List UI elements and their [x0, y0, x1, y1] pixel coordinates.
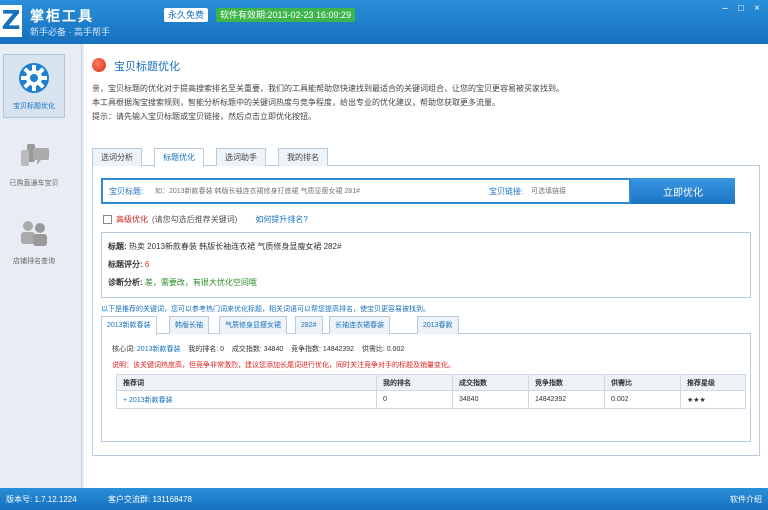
intro-text: 亲，宝贝标题的优化对于提高搜索排名至关重要，我们的工具能帮助您快速找到最适合的关… — [92, 82, 760, 124]
subtab-keyword[interactable]: 2013新款春装 — [101, 316, 157, 335]
table-header-row: 推荐词 我的排名 成交指数 竞争指数 供需比 推荐星级 — [116, 374, 746, 391]
close-icon[interactable]: × — [752, 4, 762, 14]
rank-value: 0 — [220, 346, 225, 353]
table-row[interactable]: + 2013新款春装 0 34840 14842392 0.002 ★★★ — [116, 390, 746, 409]
analysis-label: 诊断分析: — [108, 278, 143, 287]
window-controls: – □ × — [720, 4, 762, 14]
column-header: 我的排名 — [376, 374, 453, 391]
intro-line: 本工具根据淘宝搜索规则，智能分析标题中的关键词热度与竞争程度，给出专业的优化建议… — [92, 98, 500, 107]
warning-note: 说明：该关键词热度高，但竞争非常激烈，建议您添加长尾词进行优化，同时关注竞争对手… — [112, 362, 455, 369]
about-link[interactable]: 软件介绍 — [730, 494, 762, 505]
result-box: 标题: 热卖 2013新款春装 韩版长袖连衣裙 气质修身显瘦女裙 282# 标题… — [101, 232, 751, 298]
score-value: 6 — [144, 260, 150, 269]
sidebar-item-shop-rank[interactable]: 店铺排名查询 — [3, 210, 65, 274]
volume-label: 成交指数: — [231, 346, 262, 353]
customer-service-icon — [21, 144, 49, 166]
core-value: 2013新款春装 — [136, 346, 181, 353]
ratio-value: 0.002 — [386, 346, 405, 353]
link-input-label: 宝贝链接: — [489, 187, 524, 196]
table-cell-keyword[interactable]: + 2013新款春装 — [116, 390, 377, 409]
contact-text: 客户交流群: 131168478 — [108, 495, 192, 504]
status-bar: 版本号: 1.7.12.1224 客户交流群: 131168478 软件介绍 — [0, 488, 768, 510]
optimize-panel: 宝贝标题: 宝贝链接: 立即优化 高级优化 (请您勾选后推荐关键词) 如何提升排… — [92, 166, 760, 456]
main-tabs: 选词分析 标题优化 选词助手 我的排名 — [92, 148, 760, 167]
title-input-label: 宝贝标题: — [109, 187, 144, 196]
subtab-keyword[interactable]: 气质修身显瘦女裙 — [219, 316, 287, 334]
ratio-label: 供需比: — [361, 346, 385, 353]
sidebar-item-label: 店铺排名查询 — [13, 258, 55, 265]
help-link[interactable]: 如何提升排名? — [255, 214, 307, 225]
column-header: 竞争指数 — [528, 374, 605, 391]
result-analysis-line: 诊断分析: 差，需要改，有很大优化空间哦 — [108, 277, 257, 288]
subtab-keyword[interactable]: 282# — [295, 316, 323, 334]
sidebar: 宝贝标题优化 已购直通车宝贝 店铺排名查询 — [0, 44, 82, 488]
result-title-label: 标题: — [108, 242, 127, 251]
minimize-icon[interactable]: – — [720, 4, 730, 14]
advanced-option-row: 高级优化 (请您勾选后推荐关键词) 如何提升排名? — [103, 214, 308, 225]
column-header: 推荐星级 — [680, 374, 746, 391]
table-cell: 14842392 — [528, 390, 605, 409]
result-score-line: 标题评分: 6 — [108, 259, 149, 270]
tab-word-analysis[interactable]: 选词分析 — [92, 148, 142, 166]
tab-word-helper[interactable]: 选词助手 — [216, 148, 266, 166]
subtab-keyword[interactable]: 2013春款 — [417, 316, 459, 334]
sidebar-item-label: 宝贝标题优化 — [13, 103, 55, 110]
main-content: 宝贝标题优化 亲，宝贝标题的优化对于提高搜索排名至关重要，我们的工具能帮助您快速… — [84, 44, 768, 488]
column-header: 成交指数 — [452, 374, 529, 391]
table-cell: 0.002 — [604, 390, 681, 409]
version-badge: 永久免费 — [164, 8, 209, 22]
app-logo: Z — [0, 5, 22, 37]
optimize-button[interactable]: 立即优化 — [631, 178, 735, 204]
keyword-detail-panel: 核心词: 2013新款春装 我的排名: 0 成交指数: 34840 竞争指数: … — [101, 334, 751, 442]
sidebar-item-title-optimize[interactable]: 宝贝标题优化 — [3, 54, 65, 118]
expiry-badge: 软件有效期:2013-02-23 16:09:29 — [216, 8, 356, 22]
advanced-checkbox[interactable] — [103, 215, 112, 224]
sidebar-item-purchased[interactable]: 已购直通车宝贝 — [3, 132, 65, 196]
intro-line: 提示：请先输入宝贝标题或宝贝链接，然后点击立即优化按钮。 — [92, 112, 316, 121]
advanced-checkbox-label: 高级优化 — [116, 215, 148, 224]
link-input[interactable] — [531, 184, 627, 198]
subtab-keyword[interactable]: 长袖连衣裙春装 — [329, 316, 390, 334]
sidebar-item-label: 已购直通车宝贝 — [9, 180, 59, 187]
app-slogan: 新手必备 · 高手帮手 — [30, 27, 110, 37]
tomato-icon — [92, 58, 106, 72]
version-text: 版本号: 1.7.12.1224 — [6, 495, 77, 504]
tab-my-rank[interactable]: 我的排名 — [278, 148, 328, 166]
intro-line: 亲，宝贝标题的优化对于提高搜索排名至关重要，我们的工具能帮助您快速找到最适合的关… — [92, 84, 564, 93]
gear-icon — [19, 63, 49, 93]
table-cell: 0 — [376, 390, 453, 409]
volume-value: 34840 — [263, 346, 284, 353]
rank-label: 我的排名: — [188, 346, 219, 353]
keyword-subtabs: 2013新款春装 韩版长袖 气质修身显瘦女裙 282# 长袖连衣裙春装 2013… — [101, 316, 751, 335]
tab-title-optimize[interactable]: 标题优化 — [154, 148, 204, 167]
table-cell-stars: ★★★ — [680, 390, 746, 409]
advanced-note: (请您勾选后推荐关键词) — [152, 215, 238, 224]
analysis-value: 差，需要改，有很大优化空间哦 — [144, 278, 257, 287]
app-name: 掌柜工具 — [30, 8, 94, 24]
competition-value: 14842392 — [322, 346, 355, 353]
core-stats-line: 核心词: 2013新款春装 我的排名: 0 成交指数: 34840 竞争指数: … — [112, 344, 404, 354]
column-header: 推荐词 — [116, 374, 377, 391]
users-icon — [21, 221, 47, 246]
result-title-value: 热卖 2013新款春装 韩版长袖连衣裙 气质修身显瘦女裙 282# — [128, 242, 342, 251]
result-title-line: 标题: 热卖 2013新款春装 韩版长袖连衣裙 气质修身显瘦女裙 282# — [108, 241, 341, 252]
recommend-tip: 以下是推荐的关键词，您可以参考热门词来优化标题，相关词语可以帮您提高排名，使宝贝… — [101, 306, 430, 313]
title-input[interactable] — [155, 184, 475, 198]
title-bar: Z 掌柜工具 新手必备 · 高手帮手 永久免费 软件有效期:2013-02-23… — [0, 0, 768, 44]
column-header: 供需比 — [604, 374, 681, 391]
subtab-keyword[interactable]: 韩版长袖 — [169, 316, 209, 334]
maximize-icon[interactable]: □ — [736, 4, 746, 14]
search-box: 宝贝标题: 宝贝链接: — [101, 178, 631, 204]
score-label: 标题评分: — [108, 260, 143, 269]
core-label: 核心词: — [112, 346, 135, 353]
competition-label: 竞争指数: — [291, 346, 321, 353]
keyword-table: 推荐词 我的排名 成交指数 竞争指数 供需比 推荐星级 + 2013新款春装 0… — [116, 374, 746, 409]
table-cell: 34840 — [452, 390, 529, 409]
page-title: 宝贝标题优化 — [114, 61, 180, 73]
